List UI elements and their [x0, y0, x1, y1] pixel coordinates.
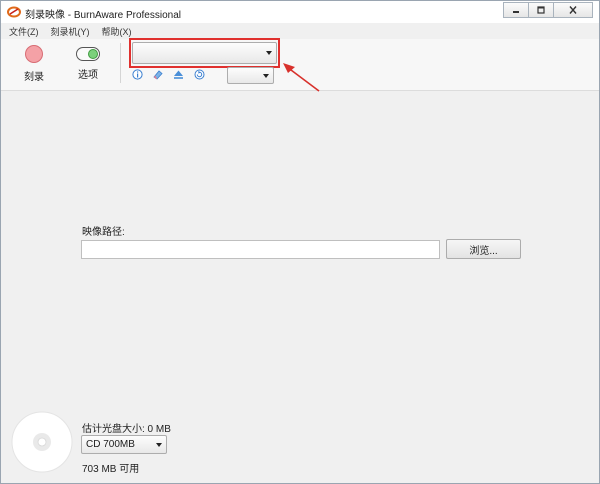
title-bar: 刻录映像 - BurnAware Professional: [1, 1, 599, 23]
toolbar-separator: [120, 43, 121, 83]
close-button[interactable]: [553, 2, 593, 18]
image-path-input[interactable]: [81, 240, 440, 259]
window-controls: [503, 2, 593, 18]
menu-help[interactable]: 帮助(X): [102, 25, 132, 38]
chevron-down-icon: [156, 442, 162, 447]
refresh-icon[interactable]: [194, 69, 205, 80]
options-button[interactable]: 选项: [68, 43, 108, 81]
menu-recorder[interactable]: 刻录机(Y): [51, 25, 90, 38]
restore-icon: [537, 6, 545, 14]
info-icon[interactable]: [132, 69, 143, 80]
burn-label: 刻录: [24, 72, 44, 83]
minimize-icon: [513, 11, 519, 13]
disc-icon: [11, 411, 73, 473]
eject-icon[interactable]: [173, 69, 184, 80]
highlight-box: [129, 38, 280, 68]
window-title: 刻录映像 - BurnAware Professional: [25, 10, 181, 21]
erase-icon[interactable]: [152, 69, 163, 80]
app-logo-icon: [7, 6, 21, 18]
disc-type-select[interactable]: CD 700MB: [81, 435, 167, 454]
estimated-size-label: 估计光盘大小: 0 MB: [82, 424, 171, 435]
menu-bar: 文件(Z) 刻录机(Y) 帮助(X): [1, 23, 599, 39]
burn-icon: [25, 45, 43, 63]
main-window: 刻录映像 - BurnAware Professional 文件(Z) 刻录机(…: [0, 0, 600, 484]
speed-select[interactable]: [227, 67, 274, 84]
close-icon: [569, 6, 577, 14]
options-label: 选项: [78, 70, 98, 81]
maximize-button[interactable]: [528, 2, 554, 18]
available-space-label: 703 MB 可用: [82, 464, 140, 475]
burn-button[interactable]: 刻录: [14, 43, 54, 83]
menu-file[interactable]: 文件(Z): [9, 25, 39, 38]
annotation-arrow-icon: [283, 63, 320, 92]
toggle-icon: [76, 47, 100, 61]
minimize-button[interactable]: [503, 2, 529, 18]
chevron-down-icon: [263, 73, 269, 78]
image-path-label: 映像路径:: [82, 227, 125, 238]
browse-button[interactable]: 浏览...: [446, 239, 521, 259]
disc-type-value: CD 700MB: [86, 439, 135, 450]
